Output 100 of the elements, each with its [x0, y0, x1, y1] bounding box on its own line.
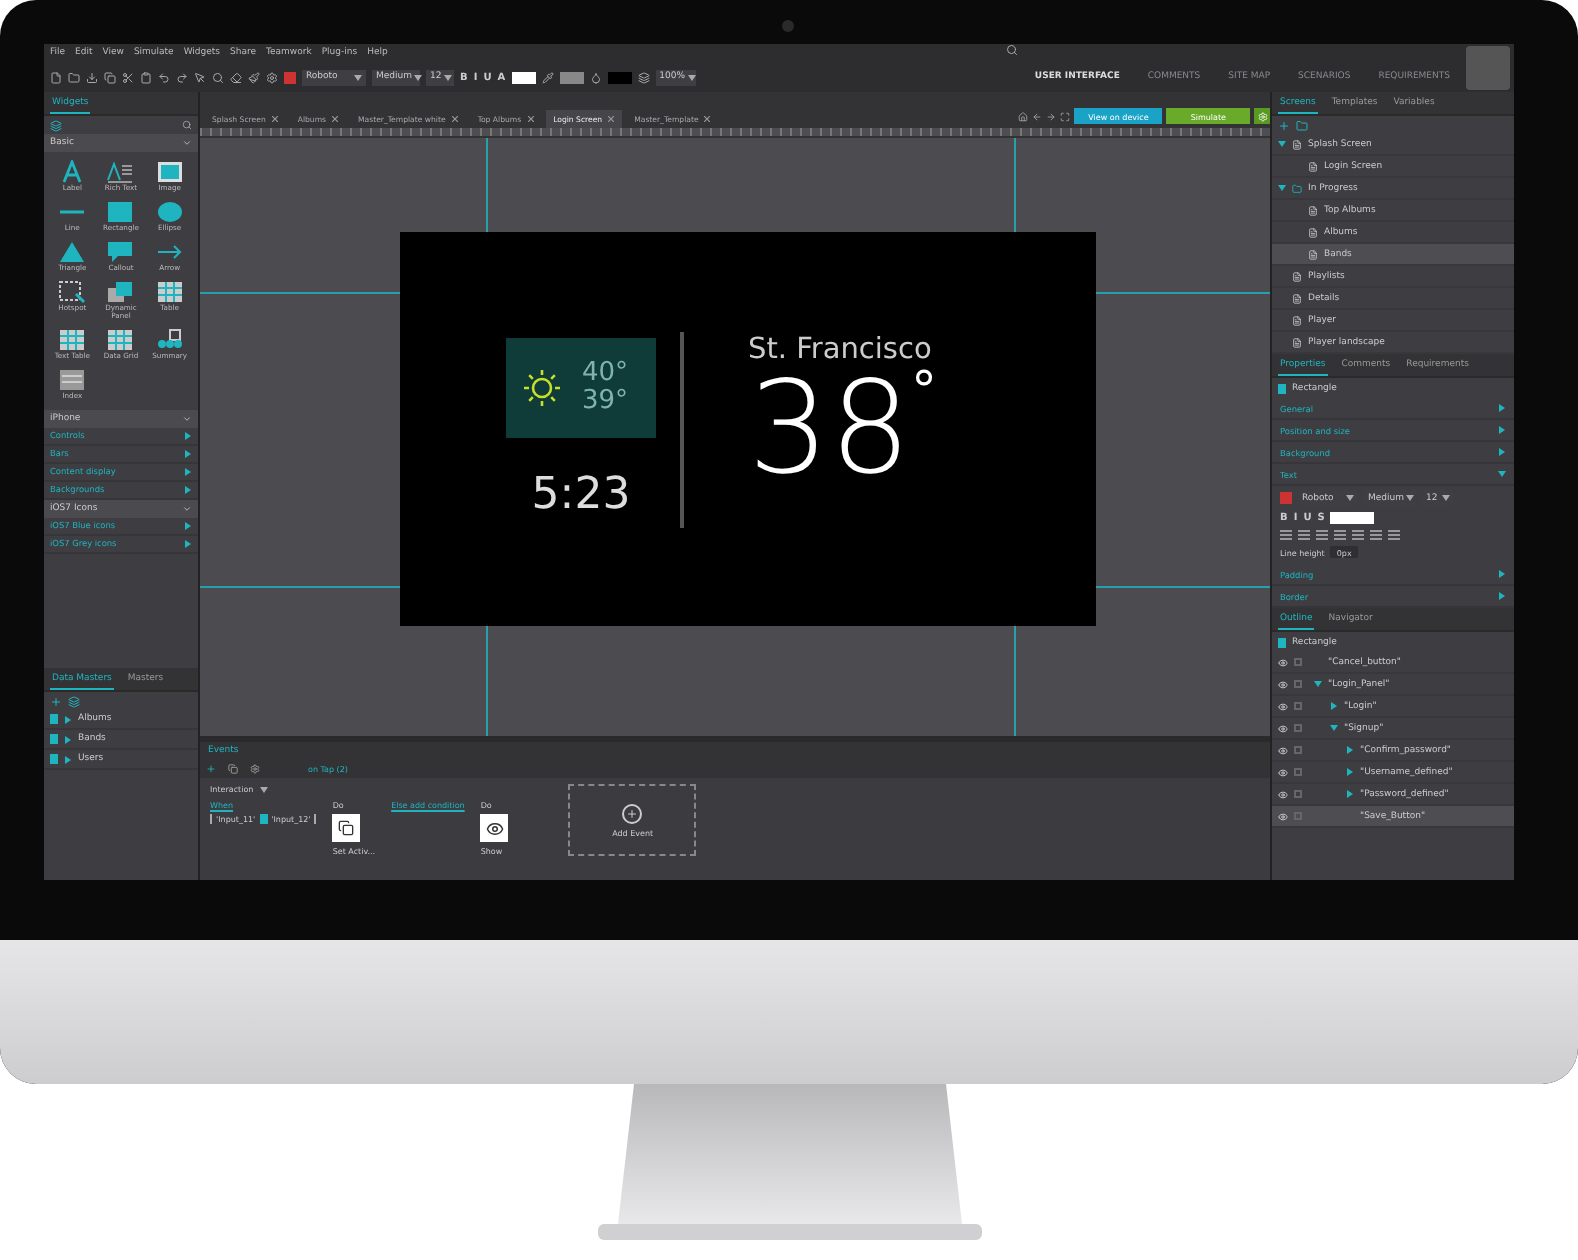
home-icon[interactable]	[1018, 111, 1029, 121]
eye-icon[interactable]	[1278, 789, 1288, 799]
eye-icon[interactable]	[1278, 657, 1288, 667]
add-icon[interactable]	[206, 764, 216, 774]
speech-bubble-icon	[106, 239, 135, 264]
eye-icon[interactable]	[1278, 679, 1288, 689]
add-icon[interactable]	[1278, 119, 1290, 131]
caret-icon	[443, 73, 452, 81]
line-color-swatch[interactable]	[559, 71, 584, 83]
add-icon[interactable]	[50, 695, 62, 707]
close-icon[interactable]	[704, 116, 711, 122]
caret-icon[interactable]	[1330, 702, 1338, 710]
caret-icon[interactable]	[64, 755, 72, 763]
caret-icon[interactable]	[1498, 426, 1506, 434]
settings-icon	[1257, 111, 1267, 121]
clipboard-icon[interactable]	[140, 71, 152, 83]
close-icon[interactable]	[608, 116, 615, 122]
eraser-icon[interactable]	[230, 71, 242, 83]
summary-icon	[155, 327, 184, 352]
drop-icon[interactable]	[589, 71, 602, 83]
dashed-square-icon	[58, 279, 87, 304]
caret-icon[interactable]	[1314, 680, 1322, 688]
plus-circle-icon	[622, 803, 643, 823]
eye-icon[interactable]	[1278, 701, 1288, 711]
page-icon	[1292, 271, 1302, 281]
settings-button[interactable]	[1254, 108, 1270, 124]
page-icon	[1308, 249, 1318, 259]
download-icon[interactable]	[86, 71, 98, 83]
caret-icon[interactable]	[1330, 724, 1338, 732]
font-icon	[1280, 492, 1292, 504]
time-text: 5:23	[531, 470, 631, 520]
caret-icon	[1346, 494, 1354, 502]
eye-icon[interactable]	[1278, 767, 1288, 777]
ellipse-icon	[155, 199, 184, 224]
caret-icon	[687, 73, 695, 81]
action-tile[interactable]	[332, 814, 361, 842]
expand-icon[interactable]	[1060, 111, 1071, 121]
caret-icon[interactable]	[1498, 448, 1506, 456]
close-icon[interactable]	[527, 116, 534, 122]
caret-icon	[354, 73, 362, 81]
temperature-value: 38	[748, 365, 911, 493]
search-icon[interactable]	[1006, 44, 1019, 56]
chevron-down-icon	[182, 138, 192, 148]
close-icon[interactable]	[332, 116, 339, 122]
layers-icon[interactable]	[50, 119, 62, 131]
letter-icon	[58, 160, 87, 184]
layers-icon[interactable]	[637, 71, 650, 83]
page-icon	[1308, 205, 1318, 215]
close-icon[interactable]	[271, 116, 278, 122]
settings-icon[interactable]	[266, 71, 278, 83]
forward-icon[interactable]	[1046, 111, 1057, 121]
copy-icon	[338, 820, 355, 836]
caret-icon[interactable]	[1498, 404, 1506, 412]
caret-icon[interactable]	[64, 735, 72, 743]
undo-icon[interactable]	[158, 71, 170, 83]
caret-icon[interactable]	[1278, 184, 1286, 192]
low-temperature: 39°	[582, 388, 629, 416]
eye-icon[interactable]	[1278, 811, 1288, 821]
index-icon	[58, 367, 87, 392]
chevron-down-icon	[182, 503, 192, 514]
caret-icon[interactable]	[1346, 746, 1354, 754]
back-icon[interactable]	[1032, 111, 1043, 121]
caret-icon[interactable]	[64, 715, 72, 723]
caret-icon[interactable]	[1346, 790, 1354, 798]
search-icon[interactable]	[212, 71, 224, 83]
color-swatch[interactable]	[511, 71, 536, 83]
caret-icon[interactable]	[1346, 768, 1354, 776]
settings-icon[interactable]	[250, 764, 260, 774]
search-icon[interactable]	[182, 120, 192, 130]
layers-icon[interactable]	[68, 695, 80, 707]
close-icon[interactable]	[451, 116, 458, 122]
color-field[interactable]	[1330, 512, 1375, 524]
text-lines-icon	[106, 160, 135, 184]
page-icon	[1292, 337, 1302, 347]
font-icon	[284, 71, 296, 83]
eye-icon[interactable]	[1278, 723, 1288, 733]
new-file-icon[interactable]	[50, 71, 62, 83]
folder-icon[interactable]	[1296, 119, 1308, 131]
caret-icon[interactable]	[1498, 570, 1506, 578]
degree-symbol: °	[910, 365, 937, 417]
page-icon	[1292, 139, 1302, 149]
pointer-icon[interactable]	[194, 71, 206, 83]
pen-icon[interactable]	[541, 71, 554, 83]
table-icon	[155, 279, 184, 304]
caret-icon[interactable]	[1498, 592, 1506, 600]
caret-icon[interactable]	[1498, 470, 1506, 478]
city-name: St. Francisco	[748, 333, 934, 365]
scissors-icon[interactable]	[122, 71, 134, 83]
brush-icon[interactable]	[248, 71, 260, 83]
copy-icon[interactable]	[228, 764, 238, 774]
fill-color-swatch[interactable]	[607, 71, 632, 83]
copy-icon[interactable]	[104, 71, 116, 83]
eye-icon[interactable]	[1278, 745, 1288, 755]
sun-icon	[522, 368, 562, 408]
camera-dot	[782, 20, 794, 32]
redo-icon[interactable]	[176, 71, 188, 83]
caret-icon[interactable]	[1278, 140, 1286, 148]
chevron-down-icon	[182, 413, 192, 424]
folder-icon[interactable]	[68, 71, 80, 83]
action-tile[interactable]	[480, 814, 509, 842]
